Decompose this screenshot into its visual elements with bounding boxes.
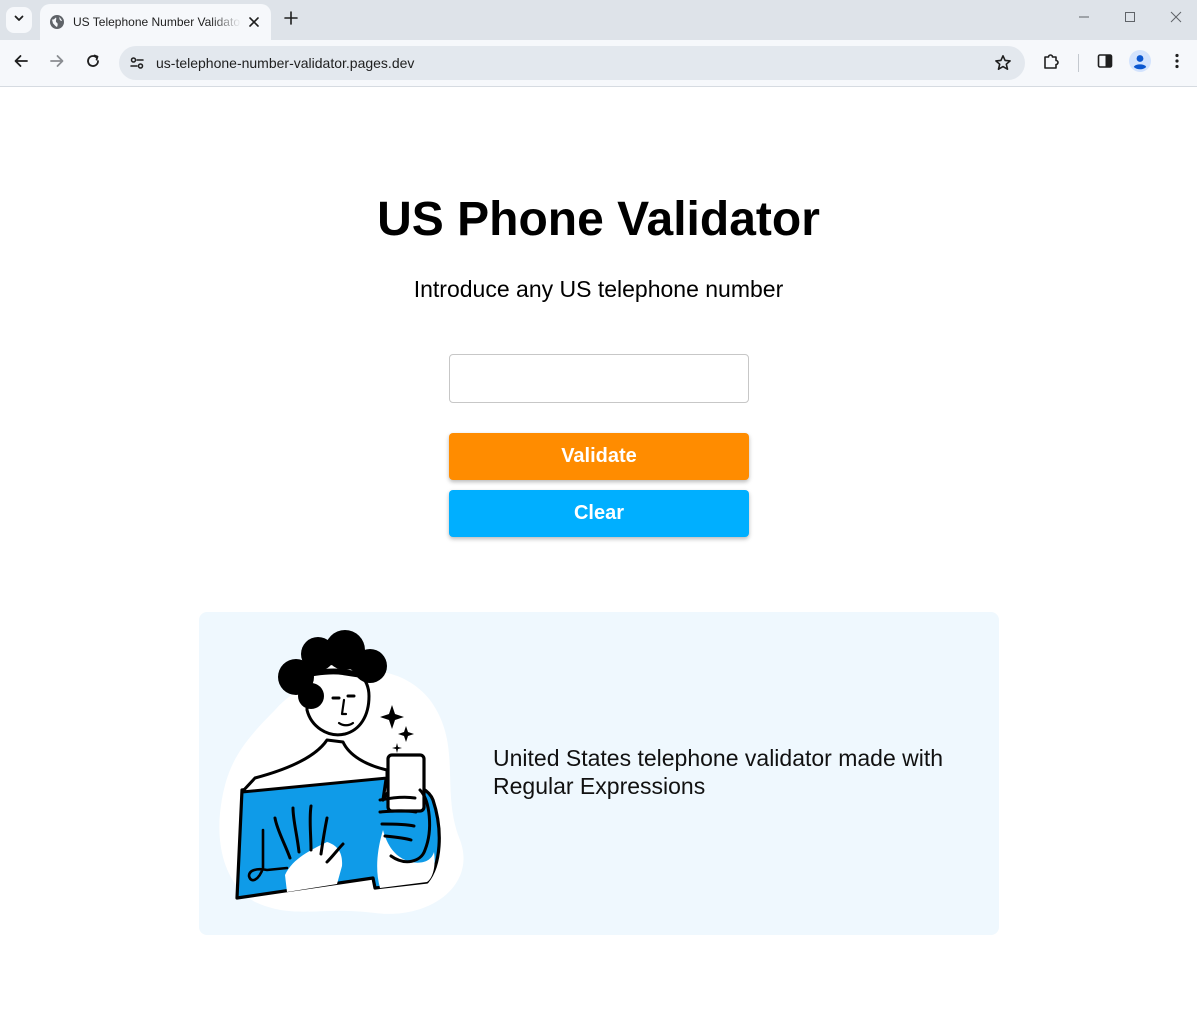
info-card: United States telephone validator made w… — [199, 612, 999, 935]
tab-search-button[interactable] — [6, 7, 32, 33]
clear-button[interactable]: Clear — [449, 490, 749, 537]
side-panel-icon — [1097, 53, 1113, 74]
reload-icon — [85, 53, 101, 74]
card-description: United States telephone validator made w… — [493, 745, 944, 799]
forward-button[interactable] — [43, 49, 71, 77]
minimize-button[interactable] — [1069, 6, 1099, 32]
tab-title: US Telephone Number Validator — [73, 15, 241, 29]
page-title: US Phone Validator — [377, 193, 820, 246]
menu-button[interactable] — [1166, 52, 1188, 74]
close-window-button[interactable] — [1161, 6, 1191, 32]
arrow-right-icon — [49, 53, 65, 74]
globe-icon — [49, 14, 65, 30]
browser-toolbar: us-telephone-number-validator.pages.dev — [0, 40, 1197, 87]
reload-button[interactable] — [79, 49, 107, 77]
back-button[interactable] — [7, 49, 35, 77]
page-subtitle: Introduce any US telephone number — [413, 276, 784, 302]
maximize-button[interactable] — [1115, 6, 1145, 32]
address-bar[interactable]: us-telephone-number-validator.pages.dev — [119, 46, 1025, 80]
validate-button[interactable]: Validate — [449, 433, 749, 480]
maximize-icon — [1124, 10, 1136, 28]
phone-number-input[interactable] — [449, 354, 749, 403]
page-content: US Phone Validator Introduce any US tele… — [0, 87, 1197, 1036]
puzzle-icon — [1042, 52, 1060, 75]
avatar-icon — [1129, 49, 1151, 77]
minimize-icon — [1078, 10, 1090, 28]
arrow-left-icon — [13, 53, 29, 74]
star-icon[interactable] — [993, 53, 1013, 73]
tab-active[interactable]: US Telephone Number Validator — [40, 4, 271, 40]
more-vert-icon — [1174, 53, 1180, 74]
tab-strip: US Telephone Number Validator — [0, 0, 1197, 40]
toolbar-divider — [1078, 54, 1079, 72]
site-info-icon[interactable] — [127, 53, 147, 73]
extensions-button[interactable] — [1040, 52, 1062, 74]
plus-icon — [284, 10, 298, 30]
profile-button[interactable] — [1129, 49, 1151, 77]
new-tab-button[interactable] — [280, 9, 302, 31]
browser-chrome: US Telephone Number Validator us-telepho… — [0, 0, 1197, 87]
person-with-phone-illustration — [215, 630, 465, 920]
close-icon — [1170, 10, 1182, 28]
close-icon[interactable] — [245, 13, 263, 31]
url-text[interactable]: us-telephone-number-validator.pages.dev — [156, 55, 414, 71]
chevron-down-icon — [13, 11, 25, 29]
side-panel-button[interactable] — [1094, 52, 1116, 74]
